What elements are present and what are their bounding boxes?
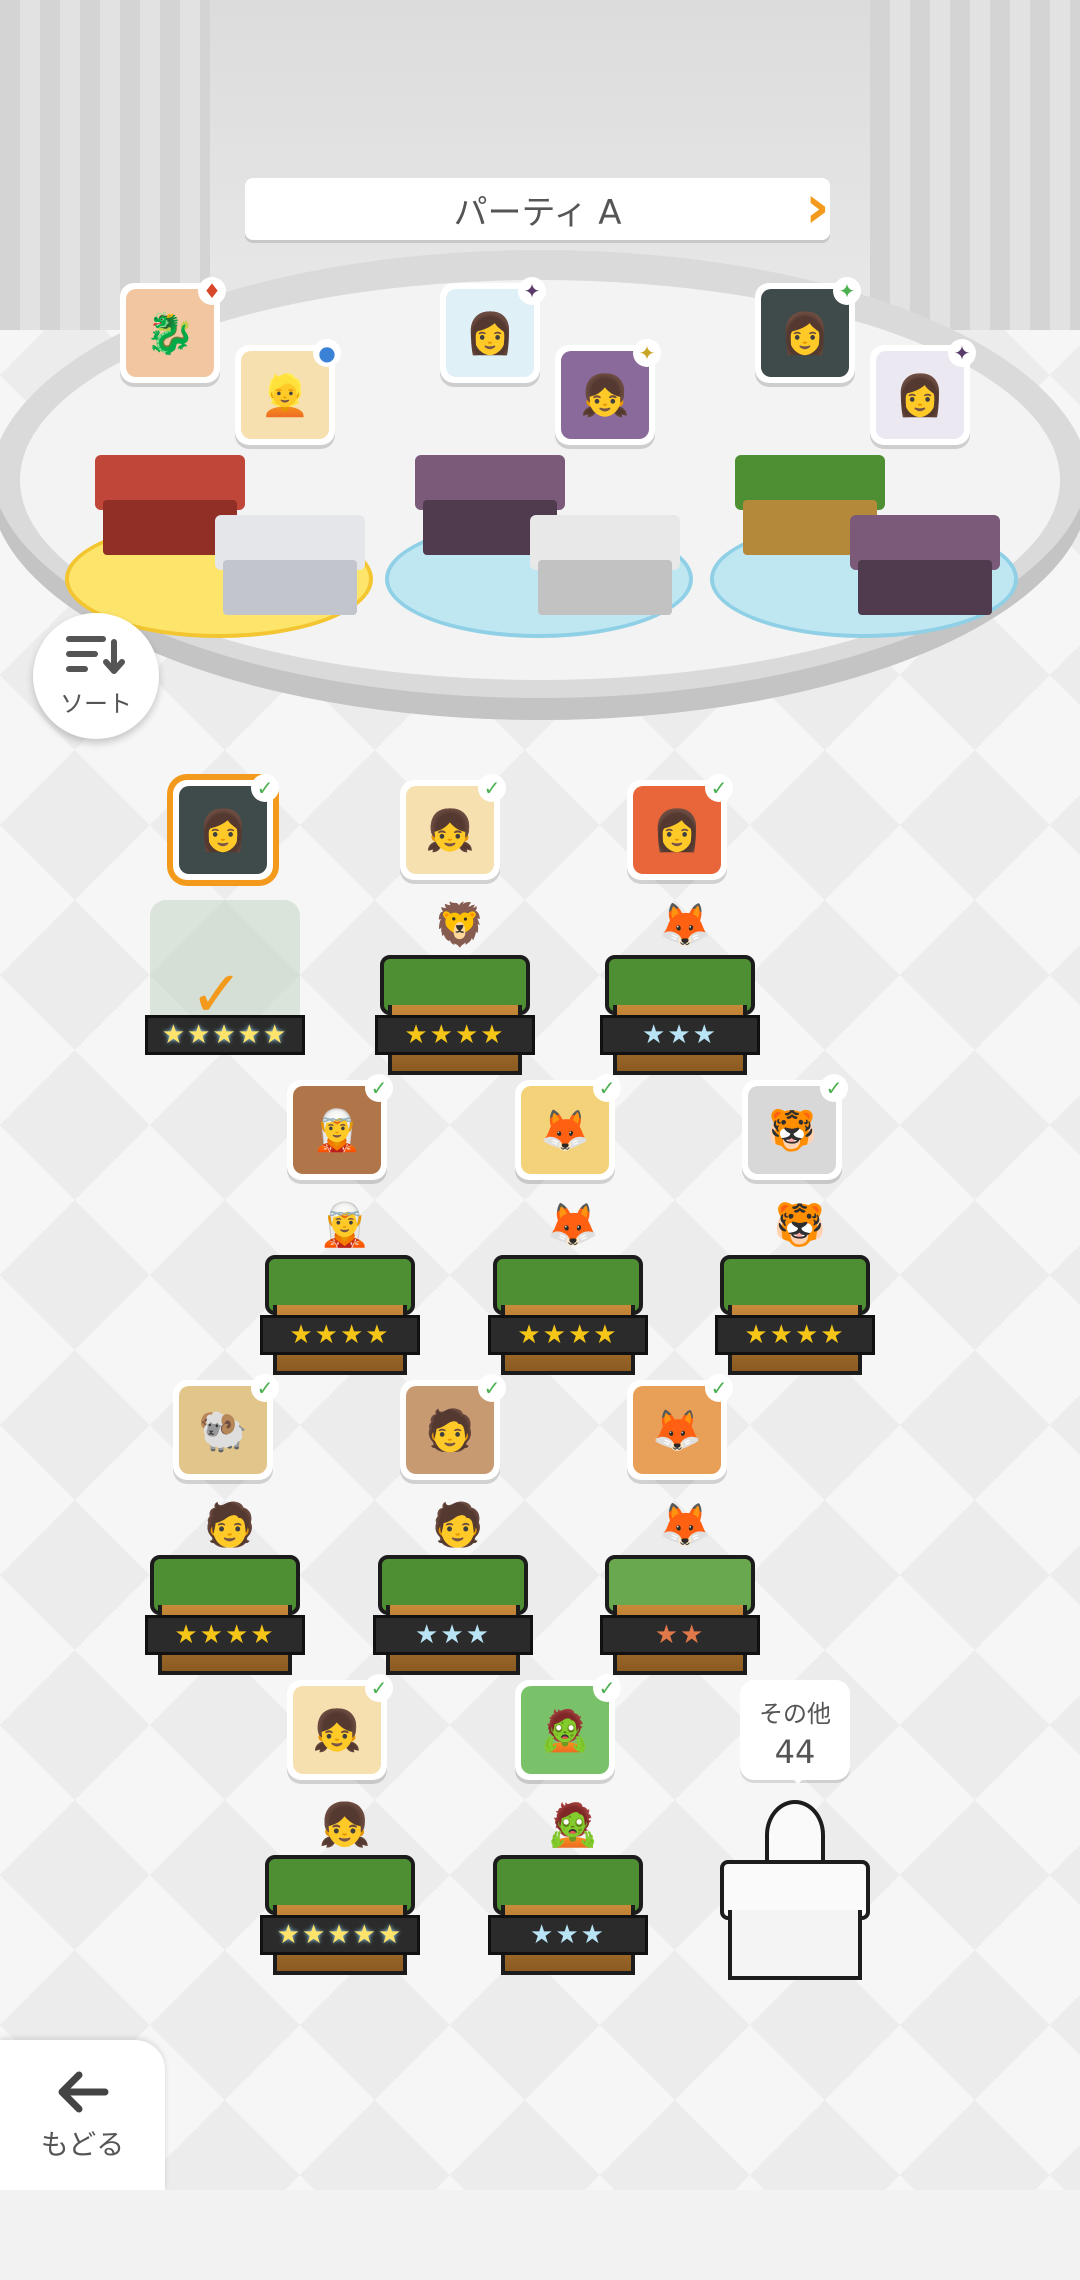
element-icon: ✦ [833,277,861,305]
unit-sprite: 🐯 [773,1200,827,1249]
party-member-portrait[interactable]: 👩 ✦ [755,277,861,383]
leaf-element-icon: ✓ [365,1674,393,1702]
pillar-left [0,0,210,330]
party-block [530,515,680,615]
leaf-element-icon: ✓ [820,1074,848,1102]
arrow-left-icon [58,2071,108,2113]
sort-label: ソート [60,689,132,718]
unit-sprite: 🦊 [546,1200,600,1249]
party-block [850,515,1000,615]
unit-sprite: 🧝 [318,1200,372,1249]
others-placeholder-block[interactable] [720,1800,870,1980]
party-member-portrait[interactable]: 👧 ✦ [555,339,661,445]
others-count-bubble[interactable]: その他 44 [740,1680,850,1784]
unit-sprite: 🧟 [546,1800,600,1849]
party-block [215,515,365,615]
element-icon: ✦ [518,277,546,305]
party-member-portrait[interactable]: 👩 ✦ [870,339,976,445]
party-next-button[interactable]: › [805,172,831,242]
party-member-portrait[interactable]: 👩 ✦ [440,277,546,383]
roster-portrait[interactable]: 🦊 ✓ [627,1374,733,1480]
star-rank-badge: ★★★ [373,1615,533,1655]
roster-portrait[interactable]: 🧟 ✓ [515,1674,621,1780]
back-button[interactable]: もどる [0,2040,165,2190]
star-rank-badge: ★★ [600,1615,760,1655]
back-label: もどる [40,2128,125,2161]
sort-icon [66,635,125,674]
unit-sprite: 🦊 [658,1500,712,1549]
star-rank-badge: ★★★ [600,1015,760,1055]
others-count: 44 [774,1733,816,1771]
unit-sprite: 👧 [318,1800,372,1849]
pillar-right [870,0,1080,330]
unit-sprite: 🦁 [433,900,487,949]
party-title: パーティ A [453,192,622,233]
roster-portrait[interactable]: 👧 ✓ [287,1674,393,1780]
leaf-element-icon: ✓ [705,774,733,802]
element-icon: ● [313,339,341,367]
element-icon: ✦ [948,339,976,367]
star-rank-badge: ★★★★ [375,1015,535,1055]
roster-portrait-selected[interactable]: 👩 ✓ [173,774,279,880]
leaf-element-icon: ✓ [365,1074,393,1102]
leaf-element-icon: ✓ [478,774,506,802]
leaf-element-icon: ✓ [593,1674,621,1702]
element-icon: ✦ [633,339,661,367]
sort-button[interactable]: ソート [33,613,159,739]
others-label: その他 [759,1700,831,1728]
leaf-element-icon: ✓ [593,1074,621,1102]
leaf-element-icon: ✓ [251,774,279,802]
roster-portrait[interactable]: 👧 ✓ [400,774,506,880]
roster-portrait[interactable]: 🧝 ✓ [287,1074,393,1180]
party-member-portrait[interactable]: 🐉 ♦ [120,277,226,383]
star-rank-badge: ★★★★★ [260,1915,420,1955]
leaf-element-icon: ✓ [478,1374,506,1402]
star-rank-badge: ★★★★ [145,1615,305,1655]
roster-portrait[interactable]: 🐯 ✓ [742,1074,848,1180]
unit-sprite: 🧑 [431,1500,485,1549]
roster-portrait[interactable]: 👩 ✓ [627,774,733,880]
leaf-element-icon: ✓ [251,1374,279,1402]
star-rank-badge: ★★★★★ [145,1015,305,1055]
leaf-element-icon: ✓ [705,1374,733,1402]
roster-portrait[interactable]: 🐏 ✓ [173,1374,279,1480]
star-rank-badge: ★★★★ [260,1315,420,1355]
star-rank-badge: ★★★★ [488,1315,648,1355]
unit-sprite: 🦊 [658,900,712,949]
star-rank-badge: ★★★★ [715,1315,875,1355]
roster-portrait[interactable]: 🧑 ✓ [400,1374,506,1480]
star-rank-badge: ★★★ [488,1915,648,1955]
party-member-portrait[interactable]: 👱 ● [235,339,341,445]
unit-sprite: 🧑 [203,1500,257,1549]
roster-portrait[interactable]: 🦊 ✓ [515,1074,621,1180]
bottom-bar [0,2190,1080,2280]
element-icon: ♦ [198,277,226,305]
party-title-bar: パーティ A [245,178,830,240]
